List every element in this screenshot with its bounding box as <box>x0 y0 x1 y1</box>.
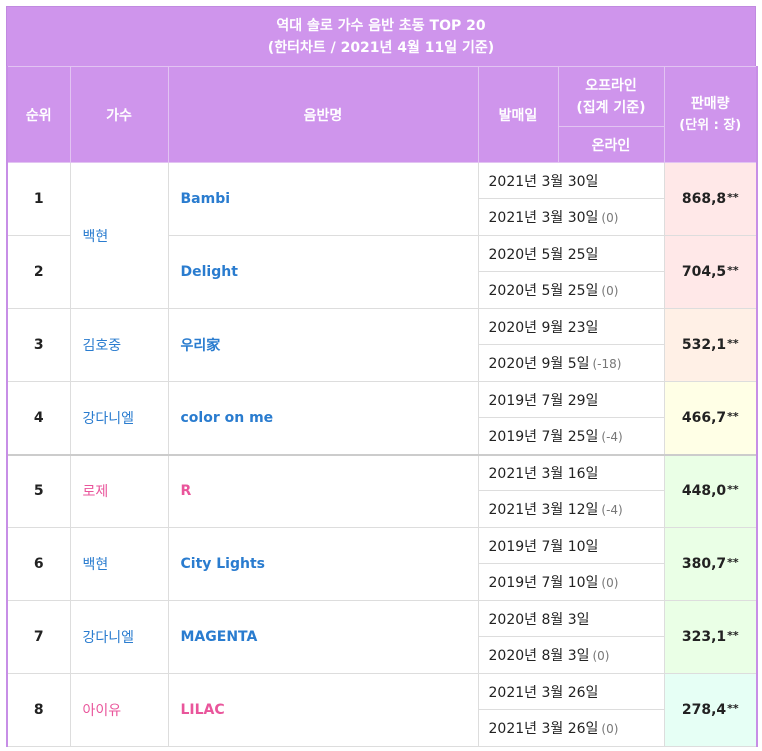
sales-value: 704,5 <box>681 264 727 280</box>
rank-cell: 7 <box>6 600 71 674</box>
sales-value: 380,7 <box>681 556 727 572</box>
sales-cell: 532,1** <box>663 308 758 382</box>
title-line-2: (한터차트 / 2021년 4월 11일 기준) <box>267 40 495 56</box>
sales-value: 868,8 <box>681 191 727 207</box>
artist-cell[interactable]: 백현 <box>69 527 169 601</box>
date-diff: (-4) <box>601 429 623 444</box>
online-date: 2021년 3월 12일 <box>488 502 599 518</box>
album-cell[interactable]: color on me <box>167 381 479 455</box>
offline-date-cell: 2020년 9월 23일 <box>477 308 665 345</box>
album-cell[interactable]: Delight <box>167 235 479 309</box>
date-diff: (-4) <box>601 503 623 517</box>
col-online-header: 온라인 <box>557 126 665 163</box>
artist-cell[interactable]: 아이유 <box>69 673 169 747</box>
sales-unit: (단위 : 장) <box>679 117 742 133</box>
date-diff: (-18) <box>592 357 622 371</box>
album-cell[interactable]: MAGENTA <box>167 600 479 674</box>
online-date: 2019년 7월 25일 <box>488 428 599 445</box>
artist-cell[interactable]: 로제 <box>69 453 169 528</box>
sales-cell: 448,0** <box>663 453 758 528</box>
online-date-cell: 2021년 3월 26일 (0) <box>477 709 665 747</box>
online-date-cell: 2021년 3월 30일 (0) <box>477 198 665 236</box>
date-diff: (0) <box>601 722 619 736</box>
rank-cell: 1 <box>6 162 71 236</box>
online-date-cell: 2021년 3월 12일 (-4) <box>477 490 665 528</box>
rank-cell: 8 <box>6 673 71 747</box>
title-line-1: 역대 솔로 가수 음반 초동 TOP 20 <box>276 18 486 34</box>
online-date-cell: 2019년 7월 10일 (0) <box>477 563 665 601</box>
online-date: 2019년 7월 10일 <box>488 575 599 591</box>
ranking-table: 순위 가수 음반명 발매일 오프라인 (집계 기준) 판매량 (단위 : 장) … <box>6 66 758 747</box>
date-diff: (0) <box>601 284 619 298</box>
sales-value: 323,1 <box>681 629 727 645</box>
offline-date-cell: 2020년 5월 25일 <box>477 235 665 272</box>
album-cell[interactable]: LILAC <box>167 673 479 747</box>
sales-value: 278,4 <box>681 702 727 718</box>
artist-cell[interactable]: 강다니엘 <box>69 600 169 674</box>
date-diff: (0) <box>601 211 619 225</box>
rank-cell: 2 <box>6 235 71 309</box>
col-album-header: 음반명 <box>167 66 479 163</box>
sales-cell: 704,5** <box>663 235 758 309</box>
sales-cell: 380,7** <box>663 527 758 601</box>
sales-label: 판매량 <box>690 95 730 112</box>
offline-date-cell: 2020년 8월 3일 <box>477 600 665 637</box>
sales-value: 448,0 <box>681 483 727 500</box>
album-cell[interactable]: R <box>167 453 479 528</box>
sales-cell: 323,1** <box>663 600 758 674</box>
sales-mark: ** <box>727 191 739 204</box>
online-date: 2020년 9월 5일 <box>488 356 590 372</box>
sales-mark: ** <box>727 264 739 277</box>
artist-cell[interactable]: 김호중 <box>69 308 169 382</box>
chart-table-container: 역대 솔로 가수 음반 초동 TOP 20 (한터차트 / 2021년 4월 1… <box>6 6 758 747</box>
online-date: 2021년 3월 26일 <box>488 721 599 737</box>
rank-cell: 4 <box>6 381 71 455</box>
album-cell[interactable]: City Lights <box>167 527 479 601</box>
date-diff: (0) <box>592 649 610 663</box>
sales-cell: 868,8** <box>663 162 758 236</box>
table-title: 역대 솔로 가수 음반 초동 TOP 20 (한터차트 / 2021년 4월 1… <box>6 6 756 66</box>
sales-value: 532,1 <box>681 337 727 353</box>
online-date-cell: 2019년 7월 25일 (-4) <box>477 417 665 455</box>
offline-date-cell: 2021년 3월 16일 <box>477 453 665 491</box>
rank-cell: 5 <box>6 453 71 528</box>
online-date-cell: 2020년 9월 5일 (-18) <box>477 344 665 382</box>
sales-mark: ** <box>727 702 739 715</box>
sales-cell: 278,4** <box>663 673 758 747</box>
album-cell[interactable]: 우리家 <box>167 308 479 382</box>
sales-cell: 466,7** <box>663 381 758 455</box>
offline-date-cell: 2021년 3월 30일 <box>477 162 665 199</box>
col-offline-header: 오프라인 (집계 기준) <box>557 66 665 127</box>
offline-date-cell: 2019년 7월 29일 <box>477 381 665 418</box>
online-date-cell: 2020년 8월 3일 (0) <box>477 636 665 674</box>
sales-value: 466,7 <box>681 409 727 426</box>
col-rank-header: 순위 <box>6 66 71 163</box>
offline-date-cell: 2019년 7월 10일 <box>477 527 665 564</box>
sales-mark: ** <box>727 483 739 497</box>
online-date: 2020년 5월 25일 <box>488 283 599 299</box>
sales-mark: ** <box>727 629 739 642</box>
album-cell[interactable]: Bambi <box>167 162 479 236</box>
rank-cell: 3 <box>6 308 71 382</box>
online-date: 2021년 3월 30일 <box>488 210 599 226</box>
online-date-cell: 2020년 5월 25일 (0) <box>477 271 665 309</box>
sales-mark: ** <box>727 556 739 569</box>
artist-cell[interactable]: 백현 <box>69 162 169 309</box>
artist-cell[interactable]: 강다니엘 <box>69 381 169 455</box>
offline-label: 오프라인 <box>585 77 637 94</box>
sales-mark: ** <box>727 337 739 350</box>
col-release-header: 발매일 <box>477 66 559 163</box>
col-artist-header: 가수 <box>69 66 169 163</box>
date-diff: (0) <box>601 576 619 590</box>
sales-mark: ** <box>727 409 739 423</box>
rank-cell: 6 <box>6 527 71 601</box>
offline-date-cell: 2021년 3월 26일 <box>477 673 665 710</box>
online-date: 2020년 8월 3일 <box>488 648 590 664</box>
col-sales-header: 판매량 (단위 : 장) <box>663 66 758 163</box>
offline-note: (집계 기준) <box>576 99 646 116</box>
